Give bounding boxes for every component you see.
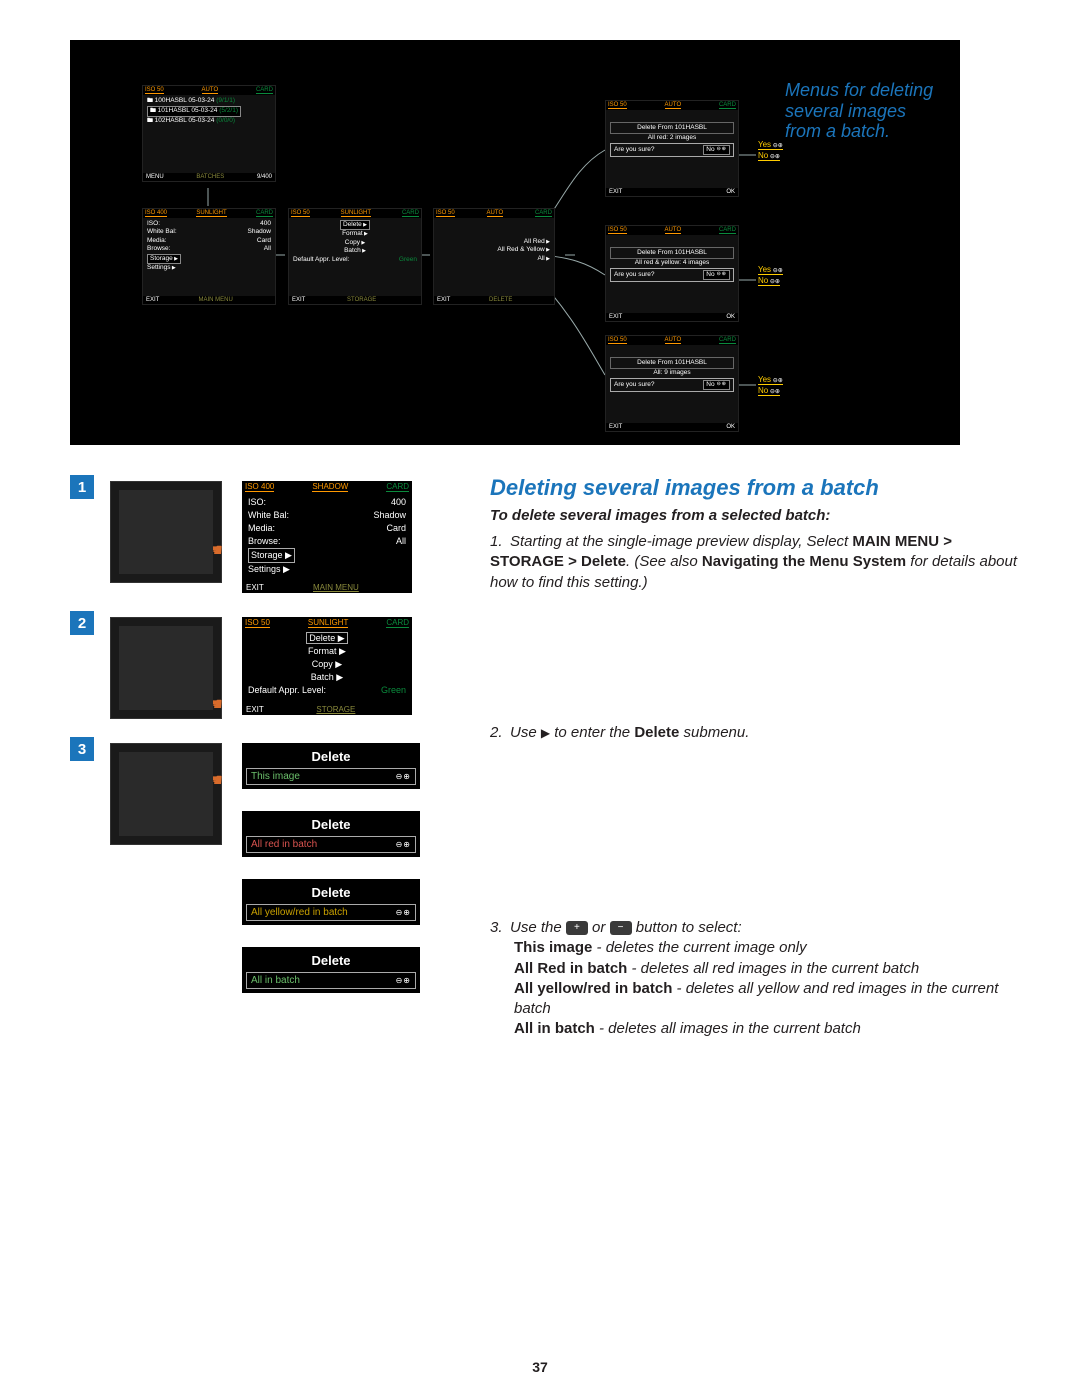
step-1-text: 1.Starting at the single-image preview d… bbox=[490, 532, 1020, 593]
menu-flow-diagram: Menus for deleting several images from a… bbox=[70, 40, 960, 445]
camera-back-thumb-2 bbox=[110, 617, 222, 719]
hand-pointer-icon bbox=[207, 694, 235, 722]
step-3-text: 3.Use the + or − button to select: This … bbox=[490, 918, 1020, 1040]
screen-confirm-all: ISO 50AUTOCARD Delete From 101HASBL All:… bbox=[605, 335, 739, 432]
delete-card-all: Delete All in batch⊖⊕ bbox=[242, 947, 420, 993]
screen-batches: ISO 50AUTOCARD 100HASBL 05-03-24 (9/1/1)… bbox=[142, 85, 276, 182]
hand-pointer-icon bbox=[207, 770, 235, 798]
camera-back-thumb-3 bbox=[110, 743, 222, 845]
step2-storage-screen: ISO 50SUNLIGHTCARD Delete ▶ Format ▶ Cop… bbox=[242, 617, 412, 714]
screen-main-menu: ISO 400SUNLIGHTCARD ISO:400 White Bal:Sh… bbox=[142, 208, 276, 305]
section-subtitle: To delete several images from a selected… bbox=[490, 507, 1020, 524]
delete-card-all-red: Delete All red in batch⊖⊕ bbox=[242, 811, 420, 857]
delete-card-this-image: Delete This image⊖⊕ bbox=[242, 743, 420, 789]
legend-yes-no-3: YesNo bbox=[758, 375, 783, 397]
legend-yes-no-2: YesNo bbox=[758, 265, 783, 287]
legend-yes-no-1: YesNo bbox=[758, 140, 783, 162]
step-2-text: 2.Use to enter the Delete submenu. bbox=[490, 723, 1020, 743]
diagram-caption: Menus for deleting several images from a… bbox=[785, 80, 940, 142]
step-marker-2: 2 bbox=[70, 611, 94, 635]
minus-button-icon: − bbox=[610, 921, 632, 935]
plus-button-icon: + bbox=[566, 921, 588, 935]
step1-main-menu-screen: ISO 400SHADOWCARD ISO:400 White Bal:Shad… bbox=[242, 481, 412, 593]
right-arrow-icon bbox=[541, 724, 550, 741]
steps-illustrations-column: 1 ISO 400SHADOWCARD ISO:400 White Bal:Sh… bbox=[70, 475, 460, 1050]
camera-back-thumb-1 bbox=[110, 481, 222, 583]
screen-confirm-allred: ISO 50AUTOCARD Delete From 101HASBL All … bbox=[605, 100, 739, 197]
screen-storage: ISO 50SUNLIGHTCARD Delete Format Copy Ba… bbox=[288, 208, 422, 305]
step-marker-3: 3 bbox=[70, 737, 94, 761]
delete-card-yellow-red: Delete All yellow/red in batch⊖⊕ bbox=[242, 879, 420, 925]
page-number: 37 bbox=[0, 1359, 1080, 1375]
screen-delete-options: ISO 50AUTOCARD All Red All Red & Yellow … bbox=[433, 208, 555, 305]
step-marker-1: 1 bbox=[70, 475, 94, 499]
screen-confirm-redyellow: ISO 50AUTOCARD Delete From 101HASBL All … bbox=[605, 225, 739, 322]
section-heading: Deleting several images from a batch bbox=[490, 475, 1020, 501]
hand-pointer-icon bbox=[207, 540, 235, 568]
